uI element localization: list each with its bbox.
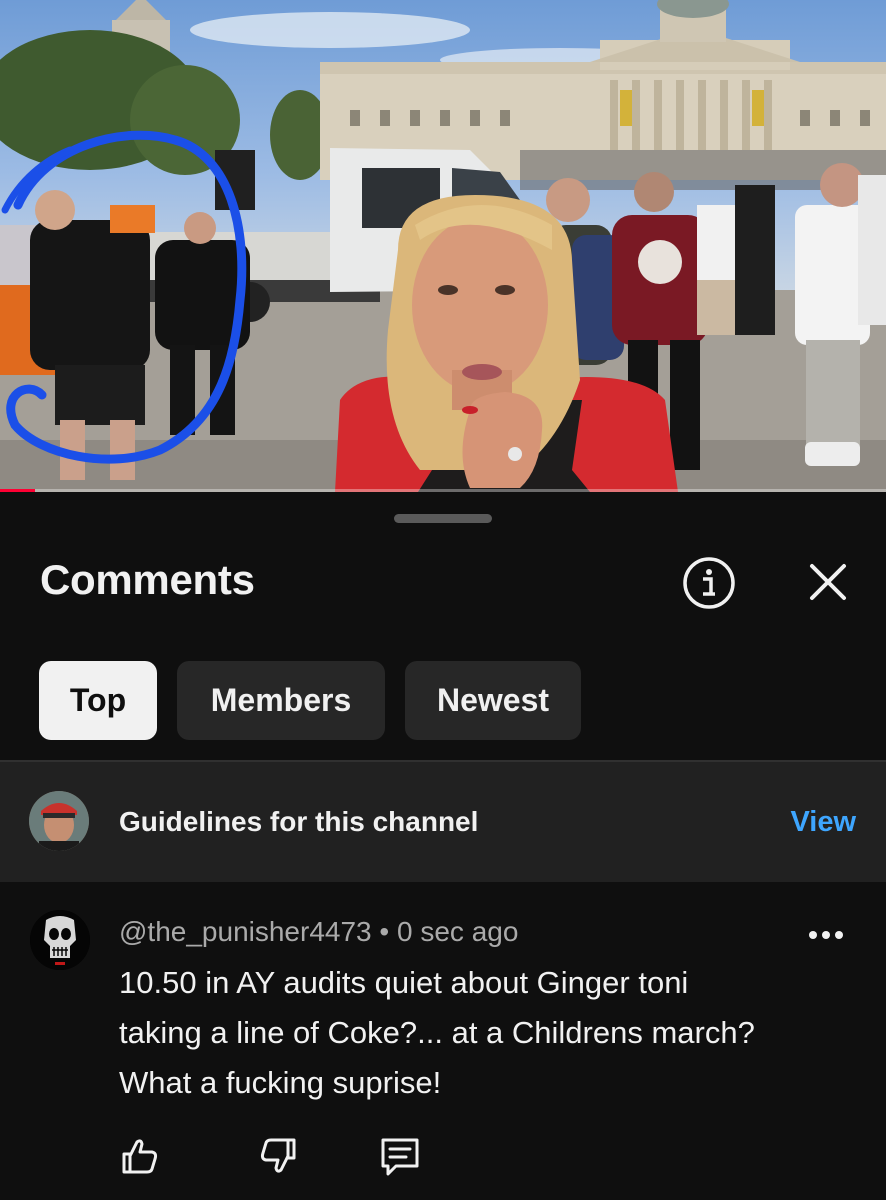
channel-avatar-image (29, 791, 89, 851)
comment-options-button[interactable] (808, 928, 844, 940)
comment-line: What a fucking suprise! (119, 1065, 442, 1100)
comment-line: taking a line of Coke?... at a Childrens… (119, 1015, 755, 1050)
drag-handle[interactable] (394, 514, 492, 523)
comment-text: 10.50 in AY audits quiet about Ginger to… (119, 958, 839, 1108)
comment-author[interactable]: @the_punisher4473 (119, 916, 372, 947)
sheet-title: Comments (40, 556, 255, 603)
comments-sheet: Comments Top Members Newest Guidelines f… (0, 492, 886, 1200)
comment-meta: @the_punisher4473 • 0 sec ago (119, 916, 518, 948)
like-icon (122, 1139, 158, 1174)
dislike-button[interactable] (256, 1134, 300, 1178)
comment-item: @the_punisher4473 • 0 sec ago 10.50 in A… (0, 902, 886, 1200)
video-player[interactable] (0, 0, 886, 492)
info-button[interactable] (682, 556, 736, 610)
tab-newest[interactable]: Newest (405, 661, 581, 740)
punisher-skull-avatar (30, 910, 90, 970)
close-icon (810, 564, 846, 600)
reply-button[interactable] (378, 1134, 422, 1178)
tab-top[interactable]: Top (39, 661, 157, 740)
avatar[interactable] (30, 910, 90, 970)
tab-members[interactable]: Members (177, 661, 385, 740)
video-frame (0, 0, 886, 492)
view-guidelines-link[interactable]: View (790, 806, 856, 839)
close-button[interactable] (806, 560, 850, 604)
avatar (29, 791, 89, 851)
reply-icon (381, 1138, 419, 1176)
meta-separator: • (379, 916, 390, 947)
info-icon (683, 557, 735, 609)
comment-line: 10.50 in AY audits quiet about Ginger to… (119, 965, 689, 1000)
dislike-icon (260, 1138, 296, 1173)
channel-guidelines-banner[interactable]: Guidelines for this channel View (0, 760, 886, 882)
more-vert-icon (809, 931, 843, 939)
guidelines-text: Guidelines for this channel (119, 806, 479, 837)
like-button[interactable] (118, 1134, 162, 1178)
comment-timestamp: 0 sec ago (397, 916, 519, 947)
